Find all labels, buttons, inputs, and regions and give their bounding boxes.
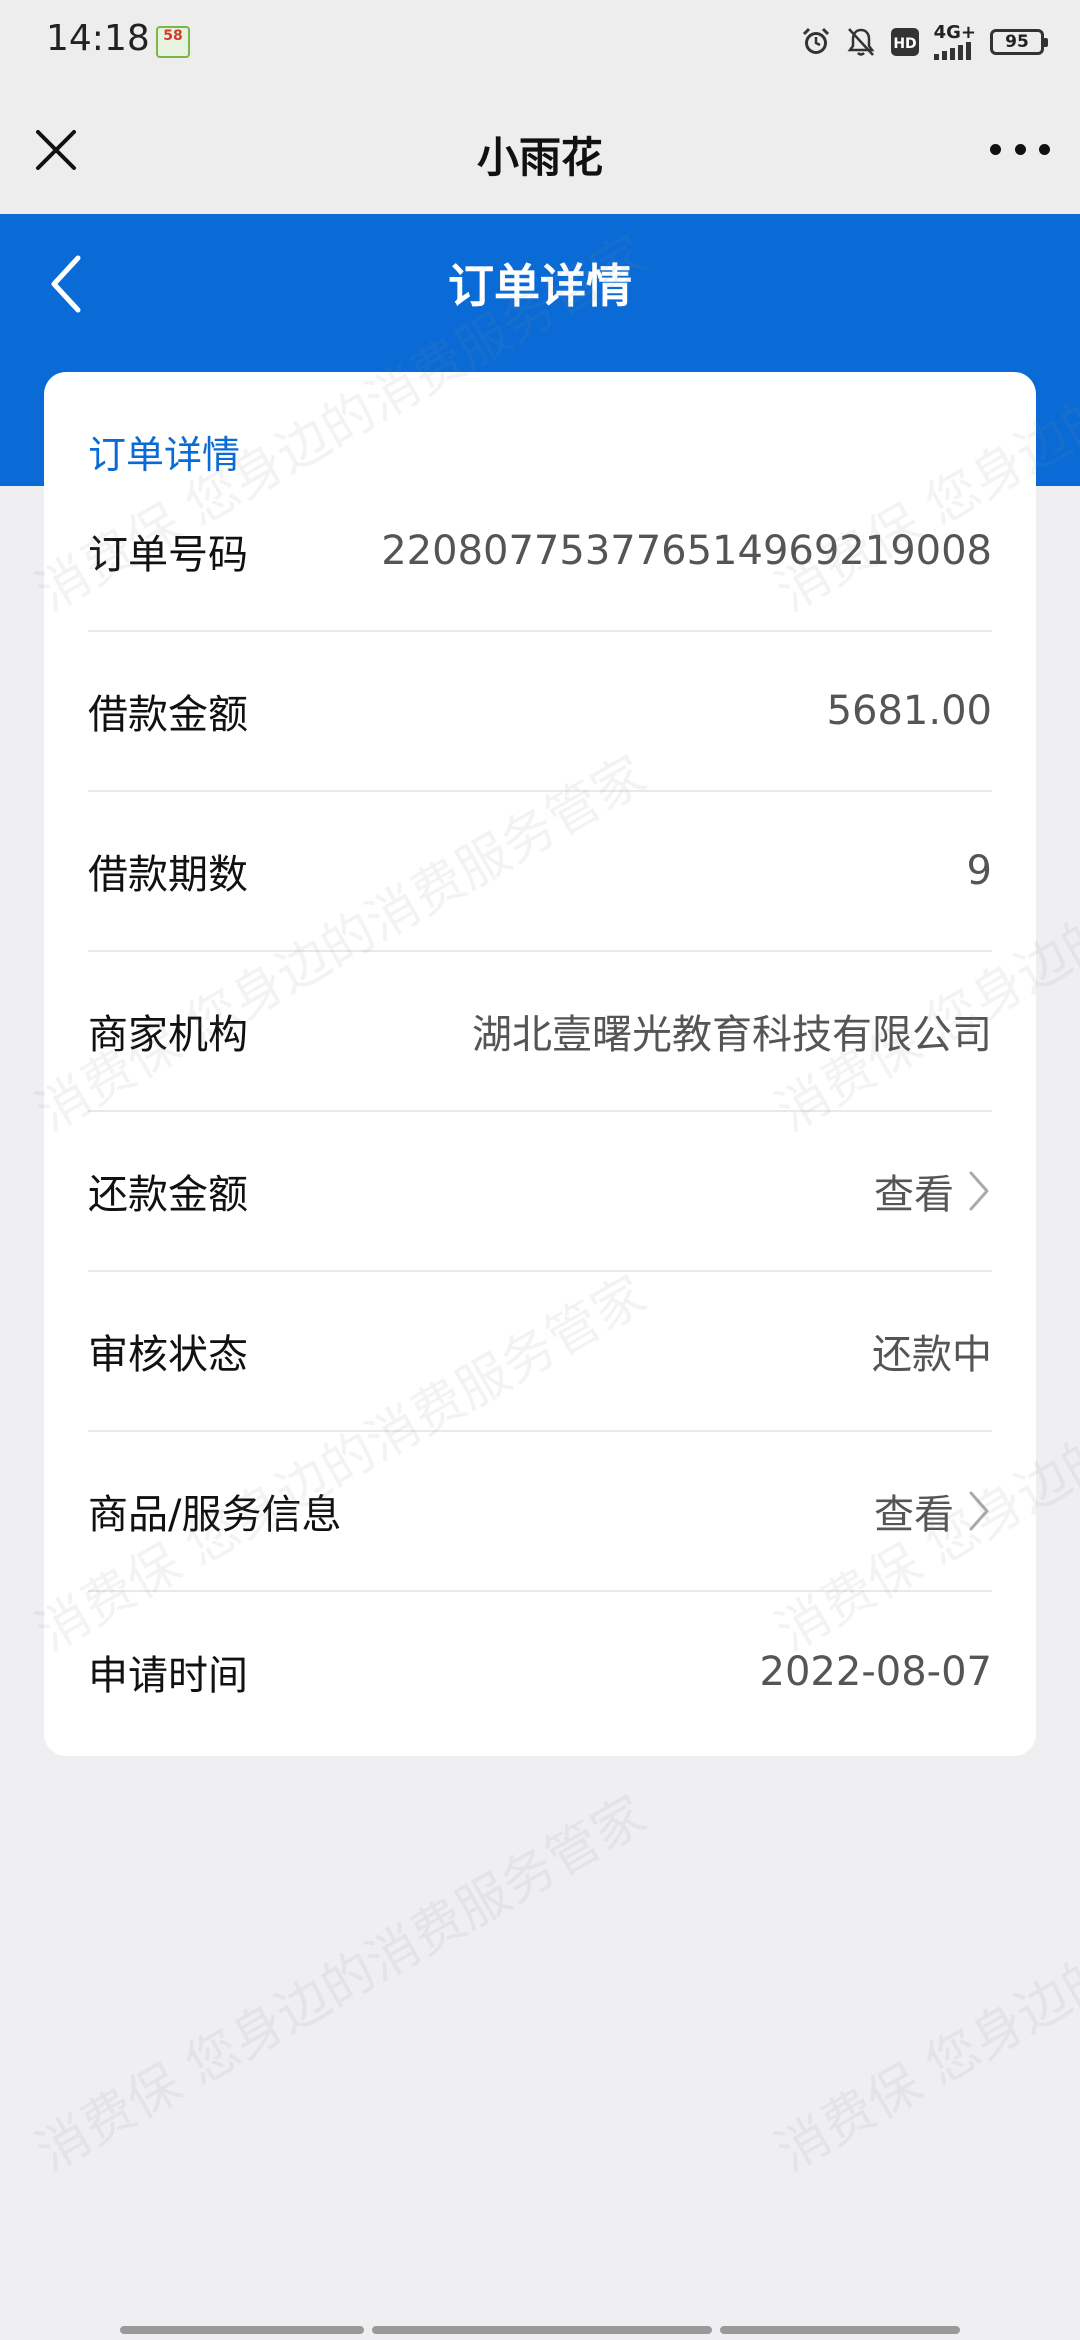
detail-row-review-status: 审核状态 还款中 bbox=[88, 1272, 992, 1432]
row-label: 申请时间 bbox=[88, 1653, 248, 1699]
screen: 14:18 58 HD 4G+ 95 小雨花 订单详情 订单详情 订单号码 22… bbox=[0, 0, 1080, 2340]
hd-icon: HD bbox=[890, 28, 919, 56]
detail-row-product-info[interactable]: 商品/服务信息 查看 bbox=[88, 1432, 992, 1592]
status-icons: HD 4G+ 95 bbox=[800, 22, 1048, 62]
view-link-label: 查看 bbox=[874, 1492, 954, 1538]
header-title: 订单详情 bbox=[448, 259, 632, 313]
row-label: 订单号码 bbox=[88, 532, 248, 578]
detail-row-apply-time: 申请时间 2022-08-07 bbox=[88, 1592, 992, 1752]
row-value: 9 bbox=[966, 848, 992, 894]
status-bar: 14:18 58 HD 4G+ 95 bbox=[0, 0, 1080, 84]
row-label: 商品/服务信息 bbox=[88, 1492, 342, 1538]
svg-text:HD: HD bbox=[893, 36, 916, 52]
more-options-button[interactable] bbox=[990, 144, 1050, 158]
watermark-text: 消费保 您身边的消费服务管家 bbox=[766, 1784, 1080, 2184]
more-dot-icon bbox=[1039, 144, 1050, 155]
detail-row-loan-amount: 借款金额 5681.00 bbox=[88, 632, 992, 792]
detail-row-order-number: 订单号码 220807753776514969219008 bbox=[88, 472, 992, 632]
watermark-text: 消费保 您身边的消费服务管家 bbox=[26, 1784, 657, 2184]
nav-segment bbox=[120, 2326, 364, 2334]
order-detail-card: 订单详情 订单号码 220807753776514969219008 借款金额 … bbox=[44, 372, 1036, 1756]
mute-bell-icon bbox=[847, 28, 875, 56]
signal-icon bbox=[933, 42, 971, 60]
more-dot-icon bbox=[1014, 144, 1026, 155]
row-value: 湖北壹曙光教育科技有限公司 bbox=[472, 1012, 992, 1058]
system-nav-bar[interactable] bbox=[120, 2326, 960, 2334]
chevron-right-icon bbox=[969, 1171, 989, 1211]
row-label: 借款金额 bbox=[88, 692, 248, 738]
status-value: 还款中 bbox=[872, 1332, 992, 1378]
network-type-label: 4G+ bbox=[933, 22, 976, 43]
signal-group: 4G+ bbox=[933, 22, 976, 60]
page-title: 小雨花 bbox=[476, 133, 603, 182]
row-value: 5681.00 bbox=[826, 688, 992, 734]
detail-row-merchant: 商家机构 湖北壹曙光教育科技有限公司 bbox=[88, 952, 992, 1112]
alarm-icon bbox=[802, 27, 829, 54]
view-repayment-link[interactable]: 查看 bbox=[874, 1112, 992, 1270]
nav-segment bbox=[720, 2326, 960, 2334]
status-time: 14:18 bbox=[46, 18, 150, 59]
row-value: 220807753776514969219008 bbox=[381, 528, 992, 574]
card-title: 订单详情 bbox=[88, 433, 241, 477]
nav-segment bbox=[372, 2326, 712, 2334]
row-label: 还款金额 bbox=[88, 1172, 248, 1218]
detail-row-loan-term: 借款期数 9 bbox=[88, 792, 992, 952]
row-label: 商家机构 bbox=[88, 1012, 248, 1058]
app-notification-icon: 58 bbox=[156, 26, 190, 58]
chevron-right-icon bbox=[969, 1491, 989, 1531]
view-link-label: 查看 bbox=[874, 1172, 954, 1218]
row-value: 2022-08-07 bbox=[759, 1649, 992, 1695]
row-label: 审核状态 bbox=[88, 1332, 248, 1378]
view-product-link[interactable]: 查看 bbox=[874, 1432, 992, 1590]
title-bar: 小雨花 bbox=[0, 84, 1080, 214]
detail-row-repayment-amount[interactable]: 还款金额 查看 bbox=[88, 1112, 992, 1272]
row-label: 借款期数 bbox=[88, 852, 248, 898]
more-dot-icon bbox=[990, 144, 1001, 155]
battery-icon: 95 bbox=[990, 29, 1048, 55]
